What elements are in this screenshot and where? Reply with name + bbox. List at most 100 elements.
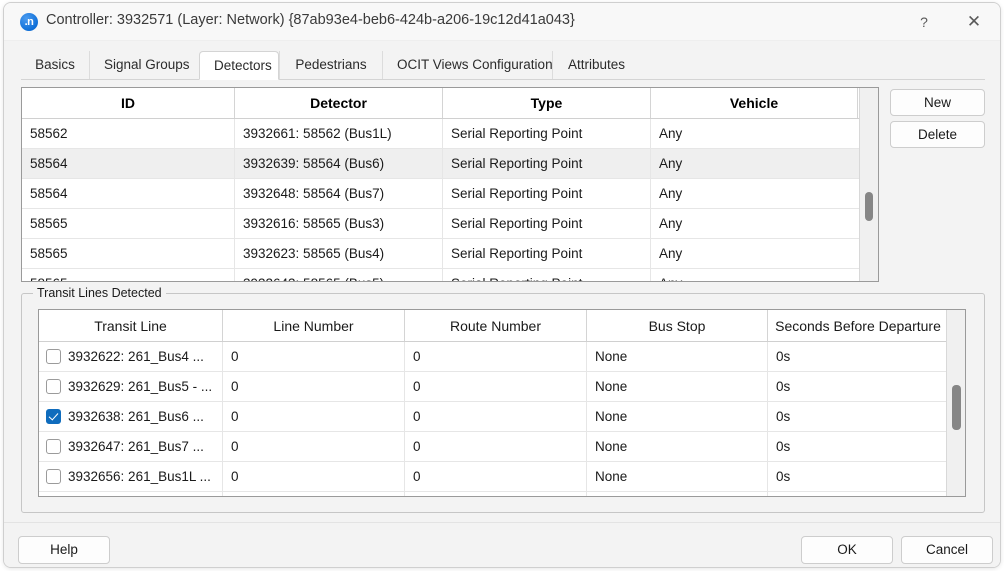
- detectors-cell-type: Serial Reporting Point: [443, 179, 651, 208]
- transit-cell-seconds-before-departure: 0s: [768, 432, 948, 461]
- detectors-cell-id: 58565: [22, 239, 235, 268]
- transit-cell-seconds-before-departure: 0s: [768, 372, 948, 401]
- detectors-table-body: 585623932661: 58562 (Bus1L)Serial Report…: [22, 119, 878, 282]
- transit-lines-scrollbar-thumb[interactable]: [952, 385, 961, 430]
- detectors-cell-vehicle: Any: [651, 269, 858, 282]
- detectors-table-row[interactable]: 585643932639: 58564 (Bus6)Serial Reporti…: [22, 149, 878, 179]
- detectors-column-header-type[interactable]: Type: [443, 88, 651, 118]
- transit-cell-route-number: 0: [405, 462, 587, 491]
- column-header-label: ID: [121, 95, 135, 111]
- transit-cell-line-number: 0: [223, 462, 405, 491]
- transit-line-label: 3932638: 261_Bus6 ...: [68, 409, 204, 424]
- transit-line-label: 3932629: 261_Bus5 - ...: [68, 379, 212, 394]
- tab-attributes[interactable]: Attributes: [552, 51, 640, 80]
- detectors-cell-id: 58565: [22, 209, 235, 238]
- transit-line-row[interactable]: 3932629: 261_Bus5 - ...00None0s: [39, 372, 965, 402]
- detectors-cell-id: 58564: [22, 149, 235, 178]
- transit-line-row[interactable]: 3932638: 261_Bus6 ...00None0s: [39, 402, 965, 432]
- detectors-table-row[interactable]: 585653932623: 58565 (Bus4)Serial Reporti…: [22, 239, 878, 269]
- transit-cell-bus-stop: None: [587, 342, 768, 371]
- dialog-window: .n Controller: 3932571 (Layer: Network) …: [3, 2, 1001, 568]
- transit-lines-vertical-scrollbar[interactable]: [946, 310, 965, 496]
- transit-line-checkbox[interactable]: [46, 379, 61, 394]
- transit-line-row[interactable]: 3932670: 261_Bus1 ...00None0s: [39, 492, 965, 497]
- tab-detectors[interactable]: Detectors: [199, 51, 279, 80]
- transit-line-label: 3932647: 261_Bus7 ...: [68, 439, 204, 454]
- detectors-table-row[interactable]: 585653932616: 58565 (Bus3)Serial Reporti…: [22, 209, 878, 239]
- transit-cell-transit-line: 3932656: 261_Bus1L ...: [39, 462, 223, 491]
- transit-cell-line-number: 0: [223, 402, 405, 431]
- detectors-cell-vehicle: Any: [651, 179, 858, 208]
- transit-line-checkbox[interactable]: [46, 349, 61, 364]
- detectors-table-row[interactable]: 585623932661: 58562 (Bus1L)Serial Report…: [22, 119, 878, 149]
- transit-line-checkbox[interactable]: [46, 439, 61, 454]
- detectors-table[interactable]: ID⌃DetectorTypeVehicle 585623932661: 585…: [21, 87, 879, 282]
- tab-pedestrians[interactable]: Pedestrians: [279, 51, 382, 80]
- close-icon[interactable]: ✕: [952, 3, 996, 41]
- new-button[interactable]: New: [890, 89, 985, 116]
- transit-cell-seconds-before-departure: 0s: [768, 492, 948, 497]
- transit-cell-route-number: 0: [405, 402, 587, 431]
- transit-column-header-transit-line[interactable]: Transit Line: [39, 310, 223, 341]
- transit-cell-bus-stop: None: [587, 432, 768, 461]
- detectors-cell-detector: 3932639: 58564 (Bus6): [235, 149, 443, 178]
- transit-cell-bus-stop: None: [587, 462, 768, 491]
- help-icon[interactable]: ?: [902, 3, 946, 41]
- transit-cell-transit-line: 3932638: 261_Bus6 ...: [39, 402, 223, 431]
- cancel-button[interactable]: Cancel: [901, 536, 993, 564]
- ok-button[interactable]: OK: [801, 536, 893, 564]
- transit-line-label: 3932656: 261_Bus1L ...: [68, 469, 211, 484]
- transit-line-row[interactable]: 3932647: 261_Bus7 ...00None0s: [39, 432, 965, 462]
- title-bar: .n Controller: 3932571 (Layer: Network) …: [4, 3, 1001, 41]
- detectors-cell-type: Serial Reporting Point: [443, 239, 651, 268]
- transit-line-row[interactable]: 3932656: 261_Bus1L ...00None0s: [39, 462, 965, 492]
- transit-cell-line-number: 0: [223, 342, 405, 371]
- help-button[interactable]: Help: [18, 536, 110, 564]
- detectors-cell-detector: 3932648: 58564 (Bus7): [235, 179, 443, 208]
- column-header-label: Vehicle: [730, 95, 778, 111]
- transit-line-checkbox[interactable]: [46, 409, 61, 424]
- transit-column-header-route-number[interactable]: Route Number: [405, 310, 587, 341]
- detectors-cell-detector: 3932623: 58565 (Bus4): [235, 239, 443, 268]
- detectors-cell-vehicle: Any: [651, 149, 858, 178]
- detectors-table-row[interactable]: 585643932648: 58564 (Bus7)Serial Reporti…: [22, 179, 878, 209]
- transit-lines-table[interactable]: Transit LineLine NumberRoute NumberBus S…: [38, 309, 966, 497]
- detectors-column-header-detector[interactable]: Detector: [235, 88, 443, 118]
- detectors-cell-id: 58562: [22, 119, 235, 148]
- transit-cell-bus-stop: None: [587, 492, 768, 497]
- transit-line-label: 3932622: 261_Bus4 ...: [68, 349, 204, 364]
- transit-line-row[interactable]: 3932622: 261_Bus4 ...00None0s: [39, 342, 965, 372]
- transit-cell-route-number: 0: [405, 342, 587, 371]
- tab-signal-groups[interactable]: Signal Groups: [89, 51, 199, 80]
- transit-cell-transit-line: 3932629: 261_Bus5 - ...: [39, 372, 223, 401]
- sort-ascending-icon: ⌃: [123, 88, 132, 95]
- transit-cell-line-number: 0: [223, 492, 405, 497]
- transit-cell-seconds-before-departure: 0s: [768, 342, 948, 371]
- detectors-cell-detector: 3932616: 58565 (Bus3): [235, 209, 443, 238]
- detectors-column-header-vehicle[interactable]: Vehicle: [651, 88, 858, 118]
- detectors-scrollbar-thumb[interactable]: [865, 192, 873, 221]
- transit-cell-transit-line: 3932670: 261_Bus1 ...: [39, 492, 223, 497]
- transit-column-header-seconds-before-departure[interactable]: Seconds Before Departure: [768, 310, 948, 341]
- detectors-cell-type: Serial Reporting Point: [443, 149, 651, 178]
- detectors-cell-type: Serial Reporting Point: [443, 119, 651, 148]
- transit-column-header-line-number[interactable]: Line Number: [223, 310, 405, 341]
- transit-column-header-bus-stop[interactable]: Bus Stop: [587, 310, 768, 341]
- detectors-cell-id: 58564: [22, 179, 235, 208]
- transit-cell-bus-stop: None: [587, 372, 768, 401]
- transit-cell-seconds-before-departure: 0s: [768, 462, 948, 491]
- transit-cell-route-number: 0: [405, 372, 587, 401]
- tab-ocit-views-configuration[interactable]: OCIT Views Configuration: [382, 51, 552, 80]
- detectors-column-header-id[interactable]: ID⌃: [22, 88, 235, 118]
- transit-cell-transit-line: 3932622: 261_Bus4 ...: [39, 342, 223, 371]
- transit-cell-bus-stop: None: [587, 402, 768, 431]
- transit-line-checkbox[interactable]: [46, 469, 61, 484]
- detectors-table-row[interactable]: 585653932643: 58565 (Bus5)Serial Reporti…: [22, 269, 878, 282]
- tab-basics[interactable]: Basics: [21, 51, 89, 80]
- tab-bar: BasicsSignal GroupsDetectorsPedestriansO…: [4, 41, 1001, 80]
- detectors-vertical-scrollbar[interactable]: [859, 88, 878, 281]
- detectors-cell-id: 58565: [22, 269, 235, 282]
- delete-button[interactable]: Delete: [890, 121, 985, 148]
- column-header-label: Type: [531, 95, 563, 111]
- detectors-cell-detector: 3932661: 58562 (Bus1L): [235, 119, 443, 148]
